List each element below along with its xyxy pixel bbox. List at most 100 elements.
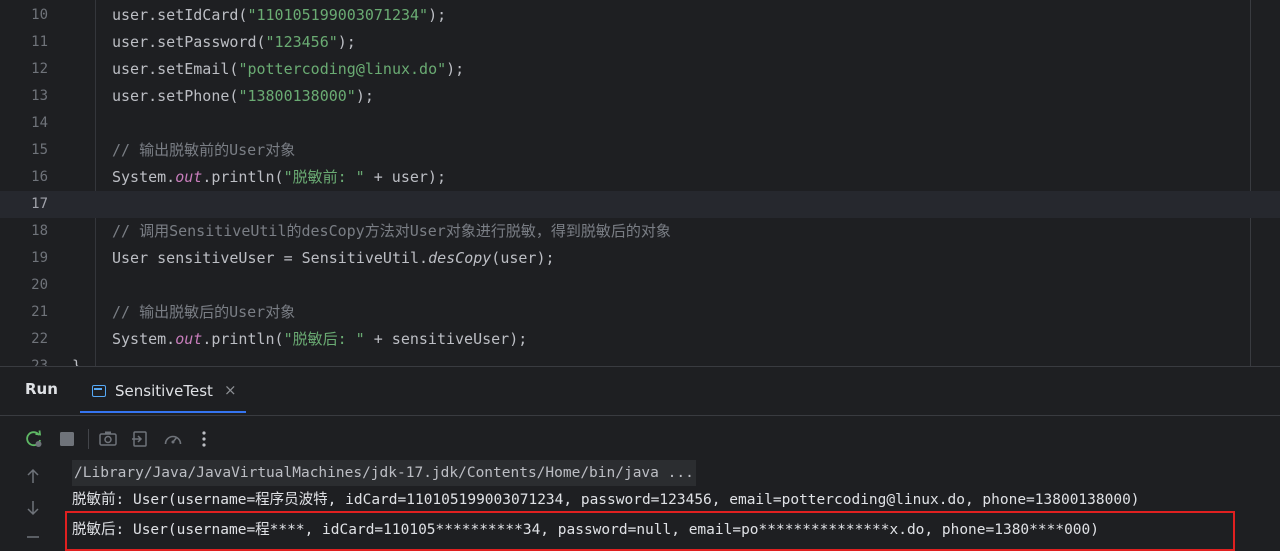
code-token: "123456" [265, 33, 338, 51]
code-line[interactable]: 11 user.setPassword("123456"); [0, 29, 1280, 56]
screenshot-button[interactable] [94, 425, 122, 453]
console-output[interactable]: /Library/Java/JavaVirtualMachines/jdk-17… [60, 459, 1280, 551]
code-line[interactable]: 10 user.setIdCard("110105199003071234"); [0, 2, 1280, 29]
line-number: 13 [31, 88, 48, 104]
console-output-before: 脱敏前: User(username=程序员波特, idCard=1101051… [72, 492, 1140, 508]
code-token: user.setPhone( [112, 87, 239, 105]
code-text: System.out.println("脱敏后: " + sensitiveUs… [112, 326, 527, 353]
code-token: // 调用SensitiveUtil的desCopy方法对User对象进行脱敏，… [112, 222, 671, 240]
code-token: // 输出脱敏前的User对象 [112, 141, 296, 159]
line-number: 11 [31, 34, 48, 50]
code-token: "110105199003071234" [247, 6, 429, 24]
code-token: System. [112, 330, 176, 348]
code-line[interactable]: 16 System.out.println("脱敏前: " + user); [0, 164, 1280, 191]
line-number: 16 [31, 169, 48, 185]
rerun-button[interactable] [20, 425, 48, 453]
active-tab-indicator [80, 411, 246, 413]
code-text: user.setPhone("13800138000"); [112, 83, 374, 110]
run-header: Run SensitiveTest × [0, 367, 1280, 415]
code-token: ); [355, 87, 374, 105]
annotation-highlight-box [65, 511, 1235, 551]
code-token: System. [112, 168, 176, 186]
code-line[interactable]: 14 [0, 110, 1280, 137]
code-token: ); [446, 60, 465, 78]
stop-button[interactable] [53, 425, 81, 453]
code-token: // 输出脱敏后的User对象 [112, 303, 296, 321]
code-token: ); [337, 33, 356, 51]
code-token: + sensitiveUser); [364, 330, 528, 348]
code-token: ); [428, 6, 447, 24]
scroll-down-button[interactable] [22, 497, 44, 519]
code-text: user.setEmail("pottercoding@linux.do"); [112, 56, 464, 83]
code-line[interactable]: 22 System.out.println("脱敏后: " + sensitive… [0, 326, 1280, 353]
code-token: .println( [202, 330, 284, 348]
restore-layout-button[interactable] [126, 425, 154, 453]
line-number: 12 [31, 61, 48, 77]
header-divider [0, 415, 1280, 416]
screenshot-icon [99, 431, 117, 446]
code-token: .println( [202, 168, 284, 186]
code-line[interactable]: 23} [0, 353, 1280, 366]
line-number: 10 [31, 7, 48, 23]
code-token: user.setEmail( [112, 60, 239, 78]
toolbar-separator [88, 429, 89, 449]
arrow-down-icon [27, 501, 39, 516]
code-token: user.setPassword( [112, 33, 266, 51]
restore-layout-icon [132, 431, 147, 447]
line-number: 15 [31, 142, 48, 158]
code-token: "脱敏前: " [283, 168, 365, 186]
code-text: // 输出脱敏前的User对象 [112, 137, 295, 164]
line-number: 18 [31, 223, 48, 239]
code-text: user.setPassword("123456"); [112, 29, 356, 56]
tab-sensitive-test[interactable]: SensitiveTest × [80, 371, 246, 413]
more-options-icon [202, 431, 206, 447]
code-token: out [175, 168, 203, 186]
line-number: 21 [31, 304, 48, 320]
code-token: + user); [364, 168, 446, 186]
more-options-button[interactable] [190, 425, 218, 453]
code-text: // 调用SensitiveUtil的desCopy方法对User对象进行脱敏，… [112, 218, 671, 245]
code-token: "13800138000" [238, 87, 356, 105]
code-text: System.out.println("脱敏前: " + user); [112, 164, 446, 191]
line-number: 20 [31, 277, 48, 293]
code-text: User sensitiveUser = SensitiveUtil.desCo… [112, 245, 555, 272]
scroll-up-button[interactable] [22, 465, 44, 487]
code-token: User sensitiveUser = SensitiveUtil. [112, 249, 429, 267]
stop-icon [60, 432, 74, 446]
code-token: desCopy [428, 249, 492, 267]
line-number: 19 [31, 250, 48, 266]
line-number: 17 [31, 196, 48, 212]
code-token: "pottercoding@linux.do" [238, 60, 447, 78]
code-text: } [72, 353, 81, 366]
code-token: "脱敏后: " [283, 330, 365, 348]
rerun-icon [26, 430, 42, 447]
code-line[interactable]: 19 User sensitiveUser = SensitiveUtil.des… [0, 245, 1280, 272]
tab-label: SensitiveTest [115, 382, 213, 400]
code-editor[interactable]: 10 user.setIdCard("110105199003071234"); 1… [0, 0, 1280, 366]
run-panel-title: Run [25, 380, 58, 398]
tab-close-button[interactable]: × [224, 381, 237, 399]
run-toolbar [0, 421, 1280, 457]
code-text: user.setIdCard("110105199003071234"); [112, 2, 446, 29]
run-tool-window: Run SensitiveTest × /Library/Java/JavaVi… [0, 366, 1280, 551]
code-token: out [175, 330, 203, 348]
code-token: (user); [491, 249, 555, 267]
console-command-line[interactable]: /Library/Java/JavaVirtualMachines/jdk-17… [72, 460, 696, 486]
soft-wrap-icon [27, 536, 39, 538]
profiler-button[interactable] [159, 425, 187, 453]
code-line[interactable]: 17 [0, 191, 1280, 218]
code-text: // 输出脱敏后的User对象 [112, 299, 295, 326]
arrow-up-icon [27, 468, 39, 483]
code-line[interactable]: 15 // 输出脱敏前的User对象 [0, 137, 1280, 164]
run-config-icon [92, 385, 106, 397]
code-line[interactable]: 21 // 输出脱敏后的User对象 [0, 299, 1280, 326]
code-line[interactable]: 13 user.setPhone("13800138000"); [0, 83, 1280, 110]
code-line[interactable]: 18 // 调用SensitiveUtil的desCopy方法对User对象进行脱… [0, 218, 1280, 245]
code-line[interactable]: 12 user.setEmail("pottercoding@linux.do")… [0, 56, 1280, 83]
profiler-icon [164, 435, 182, 445]
soft-wrap-button[interactable] [22, 527, 44, 549]
console-side-toolbar [0, 459, 60, 545]
code-line[interactable]: 20 [0, 272, 1280, 299]
line-number: 22 [31, 331, 48, 347]
line-number: 14 [31, 115, 48, 131]
